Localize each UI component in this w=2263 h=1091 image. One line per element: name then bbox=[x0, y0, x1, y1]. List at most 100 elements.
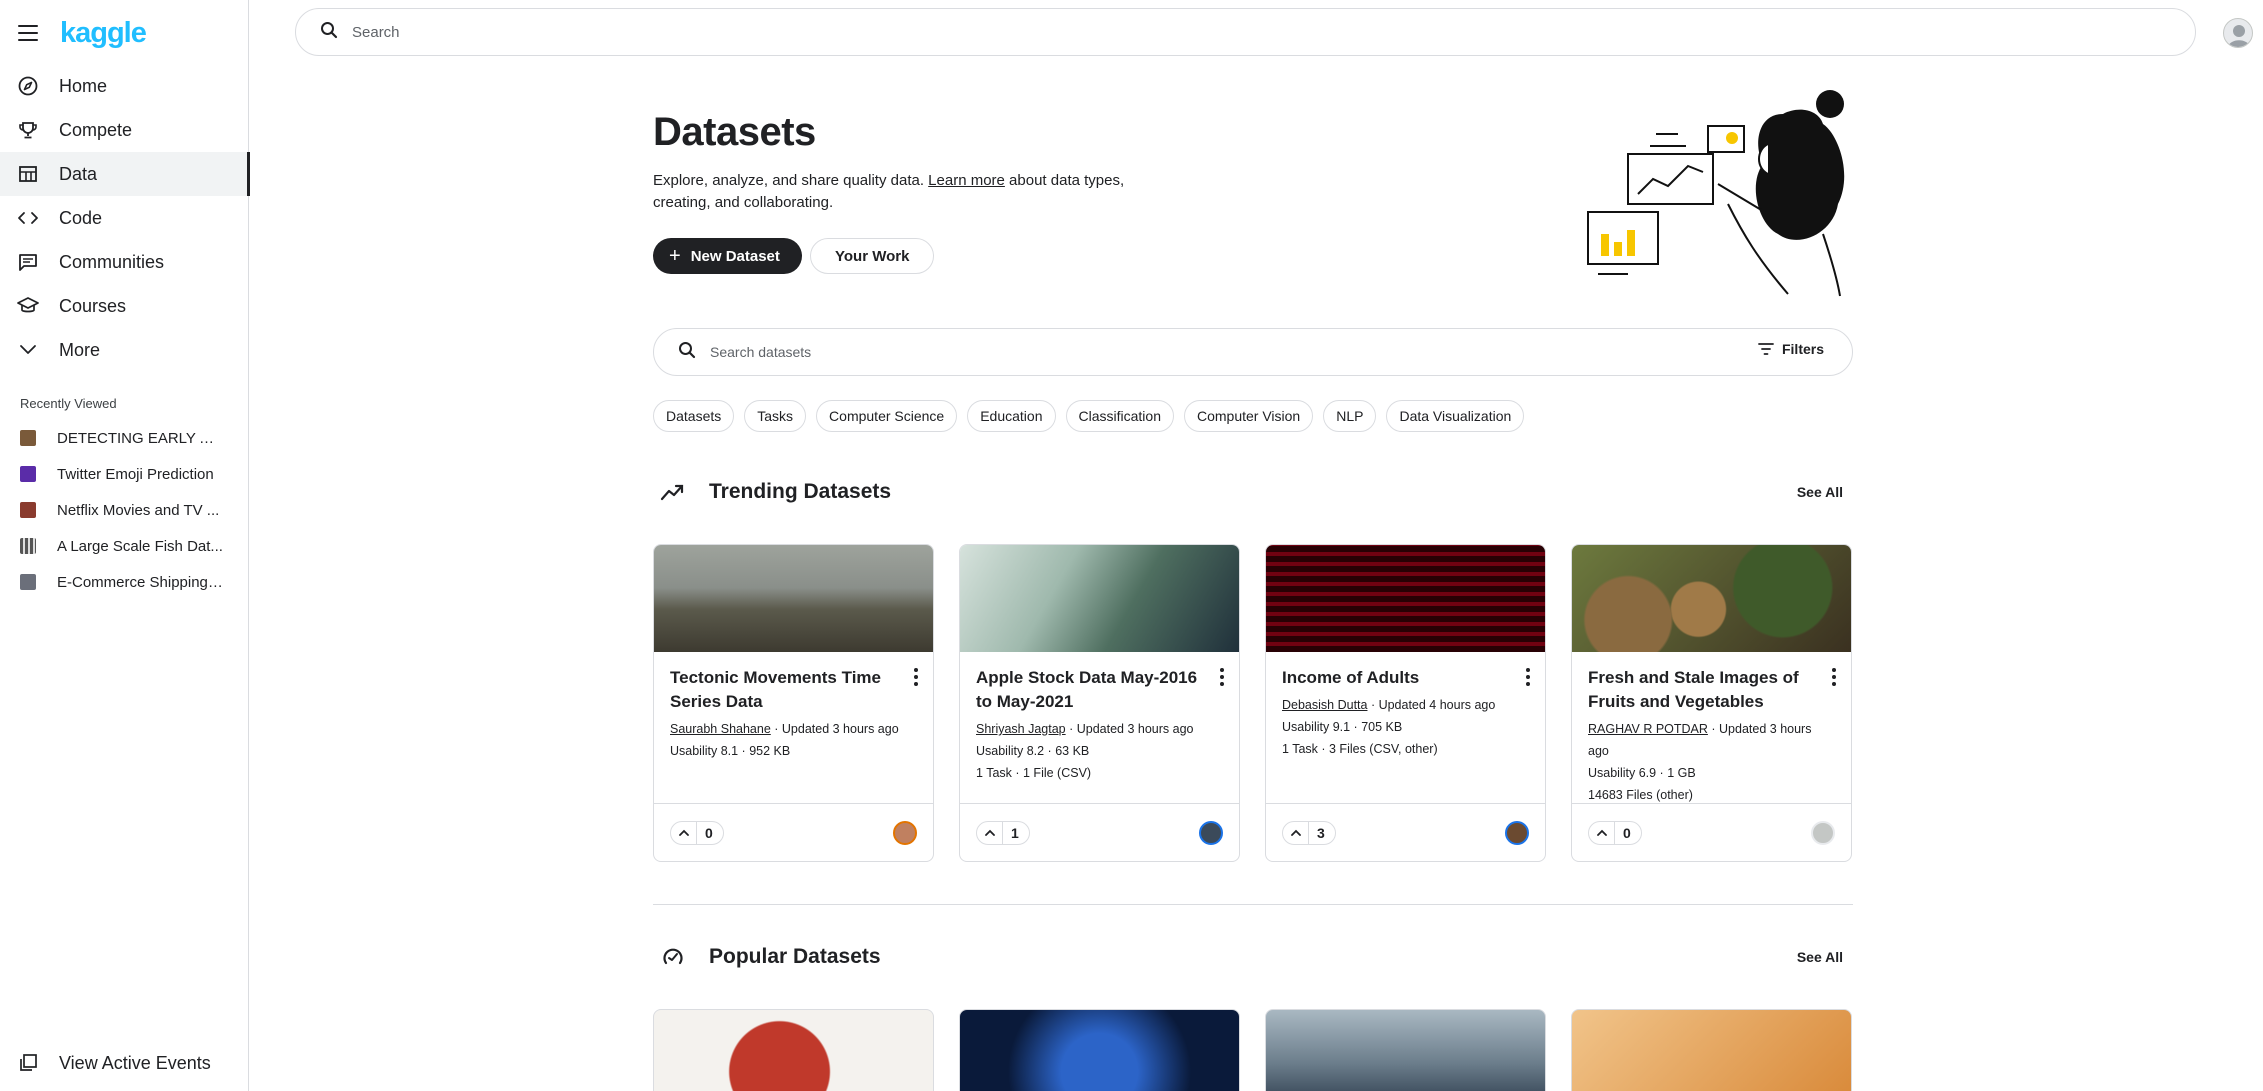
kaggle-logo[interactable]: kaggle bbox=[60, 18, 147, 48]
chip-datasets[interactable]: Datasets bbox=[653, 400, 735, 432]
recent-item[interactable]: Twitter Emoji Prediction bbox=[0, 456, 249, 492]
trending-up-icon bbox=[659, 478, 687, 506]
search-icon bbox=[320, 21, 338, 44]
owner-avatar[interactable] bbox=[893, 820, 917, 845]
compass-icon bbox=[17, 75, 39, 97]
nav-item-compete[interactable]: Compete bbox=[0, 108, 249, 152]
upvote-button[interactable]: 0 bbox=[670, 820, 724, 845]
chip-tasks[interactable]: Tasks bbox=[744, 400, 807, 432]
trending-see-all-link[interactable]: See All bbox=[1797, 484, 1843, 500]
page-description: Explore, analyze, and share quality data… bbox=[653, 172, 1125, 211]
chip-nlp[interactable]: NLP bbox=[1323, 400, 1377, 432]
upvote-button[interactable]: 1 bbox=[976, 820, 1030, 845]
popular-section-title: Popular Datasets bbox=[709, 945, 881, 968]
dataset-owner-link[interactable]: Debasish Dutta bbox=[1282, 698, 1367, 712]
more-vert-icon[interactable] bbox=[1219, 668, 1225, 686]
trending-cards: Tectonic Movements Time Series Data Saur… bbox=[653, 544, 1852, 862]
dataset-title[interactable]: Income of Adults bbox=[1282, 666, 1512, 690]
dataset-card[interactable] bbox=[1571, 1009, 1852, 1091]
nav-label-more: More bbox=[59, 339, 101, 360]
dataset-card[interactable]: Tectonic Movements Time Series Data Saur… bbox=[653, 544, 934, 862]
recent-item[interactable]: DETECTING EARLY AL... bbox=[0, 420, 249, 456]
recently-viewed-list: DETECTING EARLY AL... Twitter Emoji Pred… bbox=[0, 420, 249, 600]
upvote-button[interactable]: 0 bbox=[1588, 820, 1642, 845]
dataset-owner-link[interactable]: Shriyash Jagtap bbox=[976, 722, 1066, 736]
dataset-thumbnail bbox=[960, 545, 1239, 652]
nav-item-code[interactable]: Code bbox=[0, 196, 249, 240]
nav-item-data[interactable]: Data bbox=[0, 152, 250, 196]
avatar[interactable] bbox=[2223, 18, 2253, 48]
events-icon bbox=[17, 1052, 39, 1074]
dataset-meta: Shriyash Jagtap · Updated 3 hours ago Us… bbox=[976, 722, 1194, 780]
dataset-title[interactable]: Fresh and Stale Images of Fruits and Veg… bbox=[1588, 666, 1818, 714]
global-search-input[interactable]: Search bbox=[295, 8, 2196, 56]
upvote-button[interactable]: 3 bbox=[1282, 820, 1336, 845]
page-title: Datasets bbox=[653, 110, 816, 154]
chip-classification[interactable]: Classification bbox=[1065, 400, 1174, 432]
popular-see-all-link[interactable]: See All bbox=[1797, 949, 1843, 965]
dataset-card[interactable] bbox=[653, 1009, 934, 1091]
nav-item-home[interactable]: Home bbox=[0, 64, 249, 108]
more-vert-icon[interactable] bbox=[1525, 668, 1531, 686]
recent-thumbnail bbox=[20, 430, 36, 446]
chip-computer-vision[interactable]: Computer Vision bbox=[1183, 400, 1314, 432]
nav-label-courses: Courses bbox=[59, 295, 127, 316]
recent-item[interactable]: A Large Scale Fish Dat... bbox=[0, 528, 249, 564]
dataset-card[interactable]: Fresh and Stale Images of Fruits and Veg… bbox=[1571, 544, 1852, 862]
learn-more-link[interactable]: Learn more bbox=[928, 172, 1005, 189]
view-active-events-link[interactable]: View Active Events bbox=[17, 1052, 211, 1074]
nav-item-communities[interactable]: Communities bbox=[0, 240, 249, 284]
datasets-illustration bbox=[1587, 90, 1845, 297]
dataset-title[interactable]: Tectonic Movements Time Series Data bbox=[670, 666, 900, 714]
recently-viewed-header: Recently Viewed bbox=[20, 396, 117, 411]
dataset-search-input[interactable]: Search datasets Filters bbox=[653, 328, 1853, 376]
dataset-thumbnail bbox=[654, 545, 933, 652]
your-work-button[interactable]: Your Work bbox=[810, 238, 935, 274]
recent-thumbnail bbox=[20, 538, 36, 554]
more-vert-icon[interactable] bbox=[1831, 668, 1837, 686]
nav-label-compete: Compete bbox=[59, 119, 133, 140]
nav-label-home: Home bbox=[59, 75, 108, 96]
filter-icon bbox=[1758, 343, 1774, 355]
owner-avatar[interactable] bbox=[1505, 820, 1529, 845]
recent-thumbnail bbox=[20, 502, 36, 518]
dataset-card[interactable] bbox=[1265, 1009, 1546, 1091]
plus-icon: + bbox=[669, 245, 681, 267]
card-footer: 0 bbox=[654, 803, 933, 861]
speedometer-icon bbox=[659, 943, 687, 971]
dataset-owner-link[interactable]: Saurabh Shahane bbox=[670, 722, 771, 736]
chip-computer-science[interactable]: Computer Science bbox=[816, 400, 958, 432]
table-icon bbox=[17, 163, 39, 185]
recent-thumbnail bbox=[20, 466, 36, 482]
topic-chips: Datasets Tasks Computer Science Educatio… bbox=[653, 400, 1525, 432]
recent-thumbnail bbox=[20, 574, 36, 590]
nav-item-courses[interactable]: Courses bbox=[0, 284, 249, 328]
nav-label-data: Data bbox=[59, 163, 98, 184]
upvote-icon bbox=[977, 821, 1003, 844]
chip-education[interactable]: Education bbox=[967, 400, 1056, 432]
card-footer: 1 bbox=[960, 803, 1239, 861]
owner-avatar[interactable] bbox=[1811, 820, 1835, 845]
new-dataset-button[interactable]: + New Dataset bbox=[653, 238, 802, 274]
dataset-card[interactable]: Apple Stock Data May-2016 to May-2021 Sh… bbox=[959, 544, 1240, 862]
dataset-owner-link[interactable]: RAGHAV R POTDAR bbox=[1588, 722, 1708, 736]
owner-avatar[interactable] bbox=[1199, 820, 1223, 845]
dataset-search-placeholder: Search datasets bbox=[710, 344, 812, 360]
menu-icon[interactable] bbox=[18, 25, 38, 41]
recent-item[interactable]: Netflix Movies and TV ... bbox=[0, 492, 249, 528]
view-active-events-label: View Active Events bbox=[59, 1052, 211, 1073]
dataset-card[interactable]: Income of Adults Debasish Dutta · Update… bbox=[1265, 544, 1546, 862]
brand: kaggle bbox=[18, 18, 147, 48]
global-search-placeholder: Search bbox=[352, 23, 400, 41]
upvote-icon bbox=[1589, 821, 1615, 844]
filters-button[interactable]: Filters bbox=[1758, 341, 1824, 357]
dataset-title[interactable]: Apple Stock Data May-2016 to May-2021 bbox=[976, 666, 1206, 714]
chip-data-visualization[interactable]: Data Visualization bbox=[1386, 400, 1525, 432]
dataset-card[interactable] bbox=[959, 1009, 1240, 1091]
nav-item-more[interactable]: More bbox=[0, 328, 249, 372]
trophy-icon bbox=[17, 119, 39, 141]
more-vert-icon[interactable] bbox=[913, 668, 919, 686]
vote-count: 0 bbox=[1623, 824, 1631, 841]
dataset-meta: RAGHAV R POTDAR · Updated 3 hours ago Us… bbox=[1588, 722, 1812, 802]
recent-item[interactable]: E-Commerce Shipping ... bbox=[0, 564, 249, 600]
